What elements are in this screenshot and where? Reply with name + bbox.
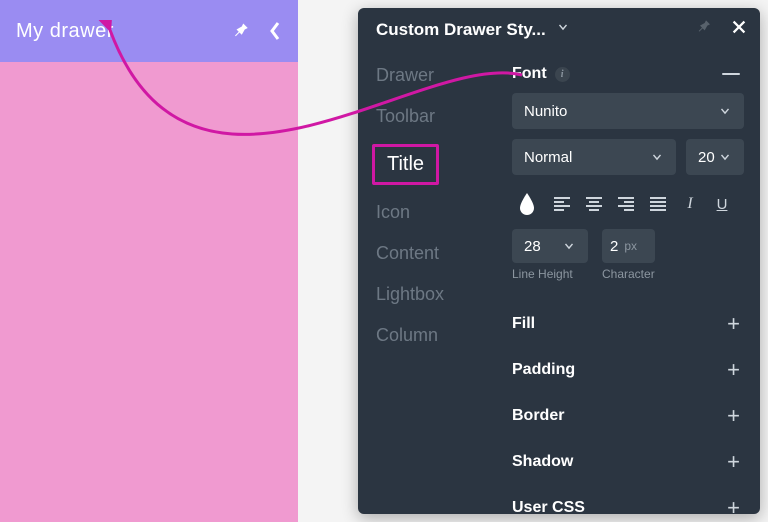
section-border-label: Border [512,407,564,425]
expand-icon: + [727,313,740,335]
nav-item-column[interactable]: Column [358,325,512,346]
section-shadow-label: Shadow [512,453,573,471]
chevron-left-icon[interactable] [268,20,282,42]
section-padding-label: Padding [512,361,575,379]
align-center-icon[interactable] [582,192,606,216]
nav-item-icon[interactable]: Icon [358,202,512,223]
font-weight-value: Normal [524,149,572,166]
line-height-value: 28 [524,238,541,255]
font-weight-select[interactable]: Normal [512,139,676,175]
nav-item-toolbar[interactable]: Toolbar [358,106,512,127]
section-user-css-label: User CSS [512,499,585,514]
align-right-icon[interactable] [614,192,638,216]
drawer-header: My drawer [0,0,298,62]
close-icon[interactable] [730,18,748,41]
text-toolbar: I U [512,185,744,219]
character-spacing-input[interactable]: 2 px [602,229,655,263]
collapse-icon[interactable] [722,73,740,75]
font-color-icon[interactable] [512,189,542,219]
nav-item-title[interactable]: Title [372,144,439,185]
font-family-select[interactable]: Nunito [512,93,744,129]
font-section-label: Font [512,65,547,83]
font-size-select[interactable]: 20 [686,139,744,175]
align-left-icon[interactable] [550,192,574,216]
expand-icon: + [727,405,740,427]
section-shadow[interactable]: Shadow + [512,439,744,485]
nav-item-drawer[interactable]: Drawer [358,65,512,86]
expand-icon: + [727,497,740,514]
drawer-title: My drawer [16,20,114,43]
style-nav: Drawer Toolbar Title Icon Content Lightb… [358,51,512,514]
section-border[interactable]: Border + [512,393,744,439]
controls: Font i Nunito Normal 20 [512,51,760,514]
drawer-preview: My drawer [0,0,298,522]
panel-header: Custom Drawer Sty... [358,8,760,51]
panel-title: Custom Drawer Sty... [376,20,546,40]
section-padding[interactable]: Padding + [512,347,744,393]
section-fill[interactable]: Fill + [512,301,744,347]
drawer-header-icons [232,20,282,42]
section-font-header[interactable]: Font i [512,65,744,83]
chevron-down-icon[interactable] [556,20,570,39]
font-size-value: 20 [698,149,715,166]
info-icon[interactable]: i [555,67,570,82]
section-user-css[interactable]: User CSS + [512,485,744,514]
expand-icon: + [727,451,740,473]
character-spacing-unit: px [624,239,637,253]
character-spacing-value: 2 [610,238,618,255]
style-panel: Custom Drawer Sty... Drawer Toolbar Titl… [358,8,760,514]
nav-item-content[interactable]: Content [358,243,512,264]
expand-icon: + [727,359,740,381]
line-height-select[interactable]: 28 [512,229,588,263]
pin-icon[interactable] [232,22,250,40]
align-justify-icon[interactable] [646,192,670,216]
character-label: Character [602,263,655,281]
underline-icon[interactable]: U [710,192,734,216]
nav-item-lightbox[interactable]: Lightbox [358,284,512,305]
section-fill-label: Fill [512,315,535,333]
panel-pin-icon[interactable] [696,19,712,40]
line-height-label: Line Height [512,263,588,281]
italic-icon[interactable]: I [678,192,702,216]
font-family-value: Nunito [524,103,567,120]
